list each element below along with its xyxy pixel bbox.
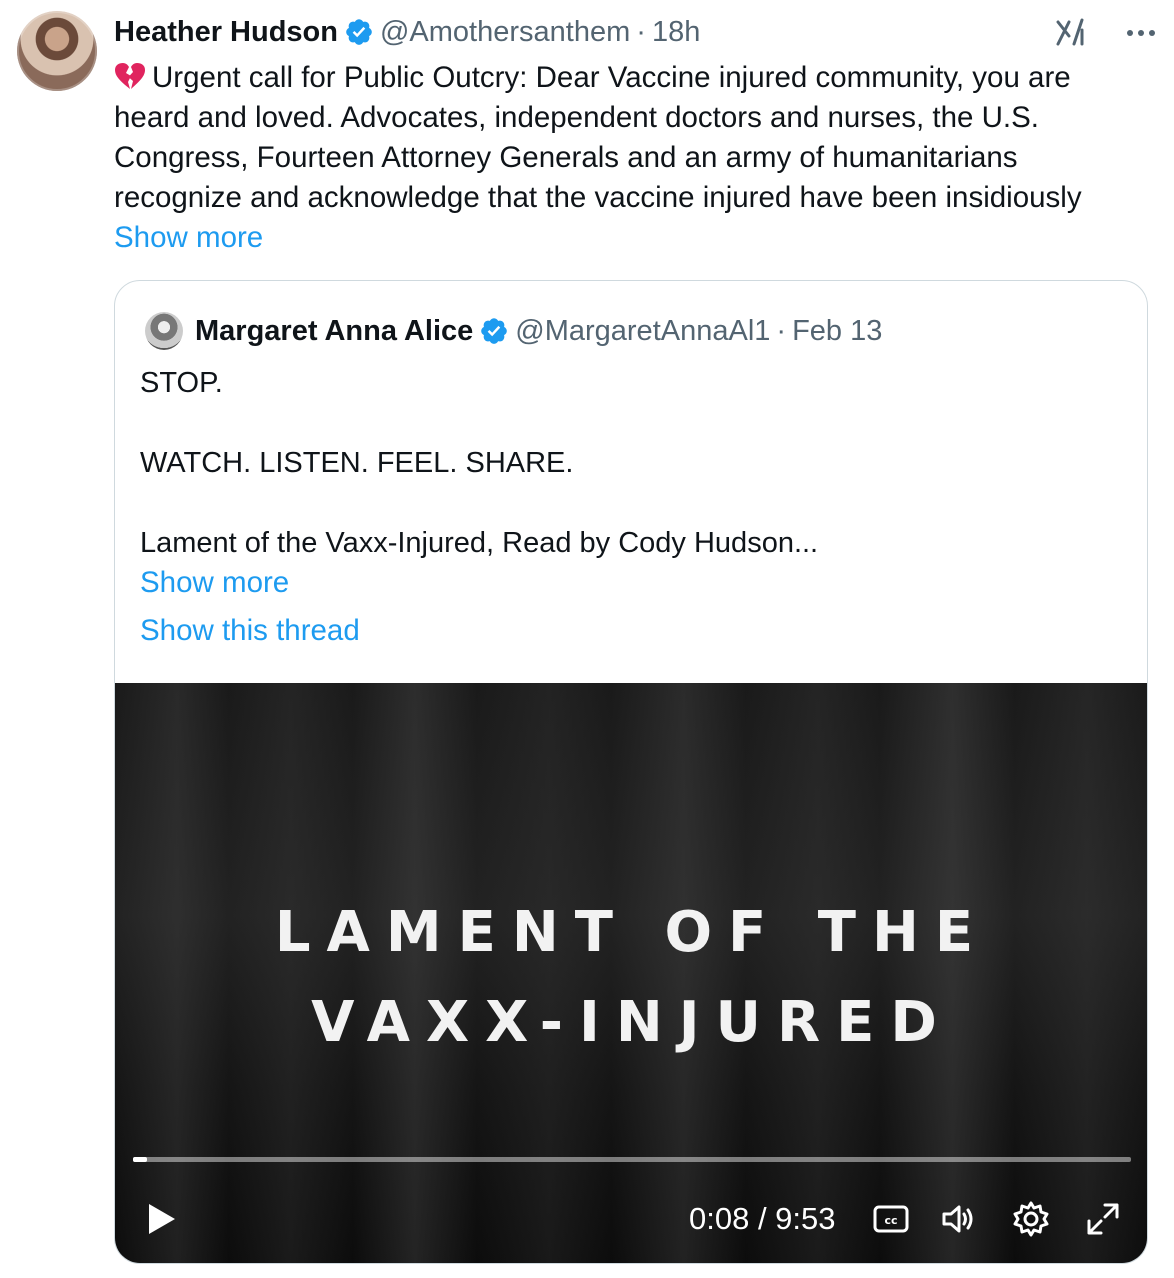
settings-gear-icon[interactable]: [1011, 1199, 1051, 1239]
quote-line-3: WATCH. LISTEN. FEEL. SHARE.: [140, 447, 574, 479]
verified-badge-icon[interactable]: [479, 316, 509, 346]
play-icon[interactable]: [141, 1199, 181, 1239]
author-handle[interactable]: @Amothersanthem: [380, 16, 630, 49]
quote-author-handle[interactable]: @MargaretAnnaAl1: [515, 315, 770, 348]
tweet-line-3: Congress, Fourteen Attorney Generals and…: [114, 141, 1018, 174]
video-progress-fill: [133, 1157, 147, 1162]
author-name[interactable]: Heather Hudson: [114, 16, 338, 49]
quote-line-2: [140, 403, 1120, 443]
more-dots-icon: [1127, 30, 1155, 36]
author-avatar[interactable]: [17, 11, 97, 91]
video-progress-bar[interactable]: [133, 1157, 1131, 1162]
tweet-line-1: Urgent call for Public Outcry: Dear Vacc…: [152, 61, 1071, 94]
quote-line-5: Lament of the Vaxx-Injured, Read by Cody…: [140, 527, 819, 559]
tweet-line-4: recognize and acknowledge that the vacci…: [114, 181, 1082, 214]
quote-line-1: STOP.: [140, 367, 223, 399]
grok-icon[interactable]: [1054, 16, 1088, 50]
fullscreen-icon[interactable]: [1083, 1199, 1123, 1239]
video-title-line-1: LAMENT OF THE: [274, 900, 990, 965]
tweet-actions-top: [1054, 16, 1158, 50]
quote-author-avatar[interactable]: [145, 312, 183, 350]
avatar-ring: [17, 11, 97, 91]
verified-badge-icon[interactable]: [344, 17, 374, 47]
quote-header: Margaret Anna Alice @MargaretAnnaAl1 · F…: [145, 311, 882, 351]
quote-date[interactable]: Feb 13: [792, 315, 882, 348]
captions-icon[interactable]: cc: [871, 1199, 911, 1239]
volume-icon[interactable]: [939, 1199, 979, 1239]
video-title-card: LAMENT OF THE VAXX-INJURED: [115, 888, 1147, 1068]
broken-heart-icon: [115, 63, 145, 89]
tweet-timestamp[interactable]: 18h: [652, 16, 700, 49]
quote-text: STOP. WATCH. LISTEN. FEEL. SHARE. Lament…: [140, 363, 1120, 651]
quote-show-more-link[interactable]: Show more: [140, 566, 289, 599]
svg-text:cc: cc: [884, 1214, 897, 1227]
tweet-line: Urgent call for Public Outcry: Dear Vacc…: [114, 58, 1154, 98]
more-icon[interactable]: [1124, 16, 1158, 50]
video-title-line-2: VAXX-INJURED: [311, 990, 953, 1055]
video-controls: 0:08 / 9:53 cc: [115, 1183, 1147, 1255]
quoted-tweet[interactable]: Margaret Anna Alice @MargaretAnnaAl1 · F…: [114, 280, 1148, 1264]
quote-line-4: [140, 483, 1120, 523]
show-thread-link[interactable]: Show this thread: [140, 614, 360, 647]
quote-author-name[interactable]: Margaret Anna Alice: [195, 315, 473, 348]
tweet-header: Heather Hudson @Amothersanthem · 18h: [114, 14, 700, 50]
quote-header-separator: ·: [776, 314, 787, 347]
tweet-text: Urgent call for Public Outcry: Dear Vacc…: [114, 58, 1154, 258]
tweet-line-2: heard and loved. Advocates, independent …: [114, 101, 1039, 134]
video-time: 0:08 / 9:53: [689, 1201, 836, 1236]
header-separator: ·: [636, 15, 646, 48]
show-more-link[interactable]: Show more: [114, 221, 263, 254]
video-player[interactable]: LAMENT OF THE VAXX-INJURED 0:08 / 9:53 c…: [115, 683, 1147, 1263]
